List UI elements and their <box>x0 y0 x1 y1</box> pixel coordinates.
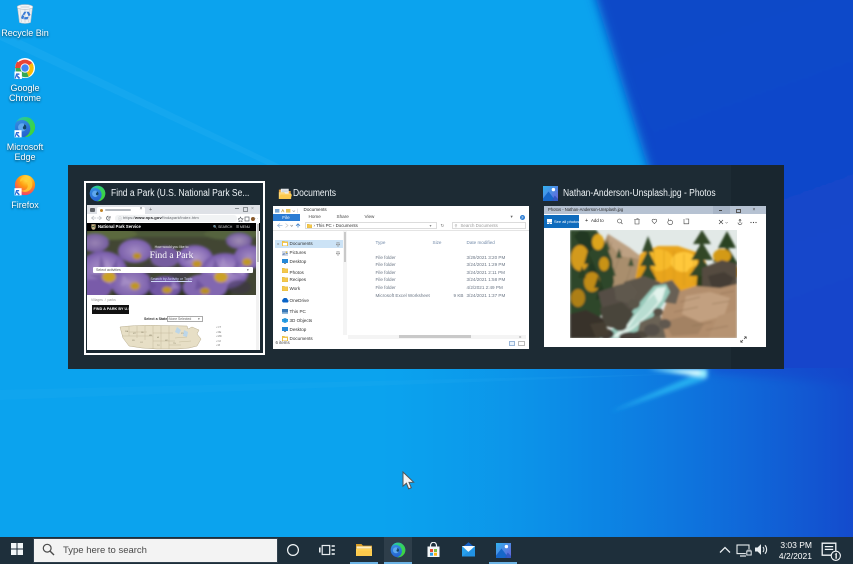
svg-text:MN: MN <box>149 335 153 337</box>
svg-text:PA: PA <box>187 324 190 325</box>
svg-text:MO: MO <box>165 340 169 342</box>
svg-text:CO: CO <box>140 342 143 344</box>
